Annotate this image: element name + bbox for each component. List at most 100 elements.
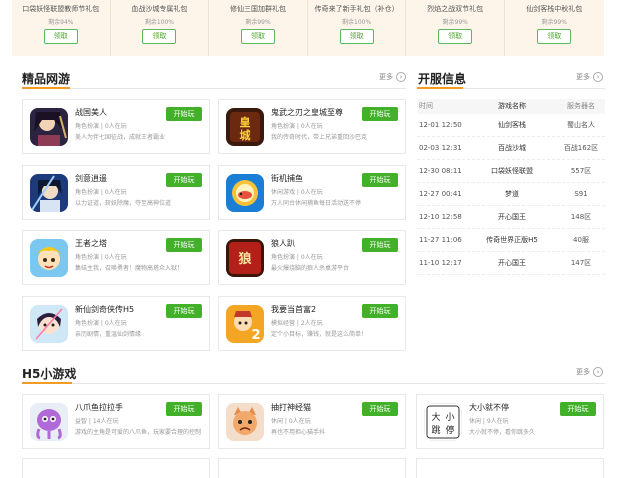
play-button[interactable]: 开始玩 xyxy=(362,402,398,416)
server-game[interactable]: 梦道 xyxy=(467,183,557,205)
gift-strip: 口袋妖怪联盟教师节礼包 剩余94% 领取 血战沙城专属礼包 剩余100% 领取 … xyxy=(12,0,604,56)
table-row[interactable]: 11-27 11:06 传奇世界正版H5 40服 xyxy=(417,229,605,252)
section-divider xyxy=(22,88,406,89)
server-time: 12-10 12:58 xyxy=(419,213,462,221)
server-name: S91 xyxy=(574,190,588,198)
chevron-right-icon: › xyxy=(593,72,603,82)
claim-button[interactable]: 领取 xyxy=(438,29,473,44)
more-link-server[interactable]: 更多 › xyxy=(576,72,603,82)
claim-button[interactable]: 领取 xyxy=(339,29,374,44)
game-icon-cat xyxy=(226,403,264,441)
game-card[interactable]: 2 我要当首富2 模拟经营 | 2人在玩 定个小目标，赚钱，就是这么简单！ 开始… xyxy=(218,296,406,351)
game-desc: 定个小目标，赚钱，就是这么简单！ xyxy=(271,331,368,338)
server-time: 11-27 11:06 xyxy=(419,236,462,244)
more-label: 更多 xyxy=(576,368,590,376)
game-card[interactable]: 战国美人 角色扮演 | 0人在玩 美人为伴七国征战，成就王者霸业 开始玩 xyxy=(22,99,210,154)
game-card-partial[interactable] xyxy=(218,458,406,478)
play-button[interactable]: 开始玩 xyxy=(166,304,202,318)
play-button[interactable]: 开始玩 xyxy=(166,238,202,252)
game-desc: 集结主我，召唤勇者！魔物高塔众入狱！ xyxy=(75,265,184,272)
game-meta: 休闲 | 9人在玩 xyxy=(469,418,509,425)
more-link-h5[interactable]: 更多 › xyxy=(576,367,603,377)
claim-button[interactable]: 领取 xyxy=(142,29,177,44)
gift-remaining: 剩余99% xyxy=(442,19,468,26)
game-card[interactable]: 皇城 鬼武之刃之皇城至尊 角色扮演 | 0人在玩 我的传奇时代，带上兄弟重回沙巴… xyxy=(218,99,406,154)
game-name: 我要当首富2 xyxy=(271,305,317,314)
game-name: 街机捕鱼 xyxy=(271,174,303,183)
gift-name: 口袋妖怪联盟教师节礼包 xyxy=(22,5,100,13)
gift-name: 修仙三国加群礼包 xyxy=(229,5,286,13)
game-card-partial[interactable] xyxy=(22,458,210,478)
game-name: 王者之塔 xyxy=(75,239,107,248)
game-icon-guiwu: 皇城 xyxy=(226,108,264,146)
game-name: 八爪鱼拉拉手 xyxy=(75,403,123,412)
game-name: 剑意逍遥 xyxy=(75,174,107,183)
section-title-h5-games: H5小游戏 xyxy=(22,367,77,381)
game-card[interactable]: 剑意逍遥 角色扮演 | 0人在玩 以力证道，斩妖除魔，夺至高神位道 开始玩 xyxy=(22,165,210,220)
game-name: 狼人趴 xyxy=(271,239,295,248)
table-row[interactable]: 11-10 12:17 开心国王 147区 xyxy=(417,252,605,275)
game-icon-zhanguo xyxy=(30,108,68,146)
more-label: 更多 xyxy=(576,73,590,81)
svg-text:2: 2 xyxy=(251,328,260,343)
server-name: 148区 xyxy=(570,213,592,221)
game-meta: 益智 | 14人在玩 xyxy=(75,418,119,425)
game-card[interactable]: 八爪鱼拉拉手 益智 | 14人在玩 游戏的主角是可爱的八爪鱼，玩家要合理的控制 … xyxy=(22,394,210,449)
game-card[interactable]: 狼 狼人趴 角色扮演 | 0人在玩 最火爆烧脑的狼人杀桌游平台 开始玩 xyxy=(218,230,406,285)
game-card[interactable]: 新仙剑奇侠传H5 角色扮演 | 0人在玩 亲历剧情，重温仙剑情缘 开始玩 xyxy=(22,296,210,351)
gift-remaining: 剩余100% xyxy=(342,19,372,26)
claim-button[interactable]: 领取 xyxy=(43,29,78,44)
game-icon-fishing xyxy=(226,174,264,212)
section-title-server-info: 开服信息 xyxy=(418,72,467,86)
play-button[interactable]: 开始玩 xyxy=(362,173,398,187)
game-card[interactable]: 抽打神经猫 休闲 | 0人在玩 再也不用担心猫手抖 开始玩 xyxy=(218,394,406,449)
server-game[interactable]: 口袋妖怪联盟 xyxy=(467,160,557,182)
claim-button[interactable]: 领取 xyxy=(240,29,275,44)
server-game[interactable]: 开心国王 xyxy=(467,206,557,228)
table-row[interactable]: 12-27 00:41 梦道 S91 xyxy=(417,183,605,206)
game-card[interactable]: 街机捕鱼 休闲游戏 | 0人在玩 万人同台休闲捕鱼每日活动送不停 开始玩 xyxy=(218,165,406,220)
gift-item: 修仙三国加群礼包 剩余99% 领取 xyxy=(209,0,308,56)
gift-item: 传奇来了新手礼包（补仓） 剩余100% 领取 xyxy=(308,0,407,56)
svg-text:大: 大 xyxy=(431,411,440,423)
claim-button[interactable]: 领取 xyxy=(537,29,572,44)
game-icon-wangzhe xyxy=(30,239,68,277)
play-button[interactable]: 开始玩 xyxy=(362,107,398,121)
server-game[interactable]: 传奇世界正版H5 xyxy=(467,229,557,251)
section-accent xyxy=(417,87,463,89)
table-row[interactable]: 12-30 08:11 口袋妖怪联盟 557区 xyxy=(417,160,605,183)
play-button[interactable]: 开始玩 xyxy=(166,402,202,416)
game-card[interactable]: 王者之塔 角色扮演 | 0人在玩 集结主我，召唤勇者！魔物高塔众入狱！ 开始玩 xyxy=(22,230,210,285)
play-button[interactable]: 开始玩 xyxy=(166,173,202,187)
table-row[interactable]: 02-03 12:31 百战沙城 百战162区 xyxy=(417,137,605,160)
game-name: 新仙剑奇侠传H5 xyxy=(75,305,135,314)
gift-remaining: 剩余100% xyxy=(144,19,174,26)
game-meta: 休闲游戏 | 0人在玩 xyxy=(271,189,323,196)
server-game[interactable]: 开心国王 xyxy=(467,252,557,274)
more-link-online[interactable]: 更多 › xyxy=(379,72,406,82)
game-meta: 角色扮演 | 0人在玩 xyxy=(271,254,323,261)
gift-remaining: 剩余99% xyxy=(541,19,567,26)
game-desc: 以力证道，斩妖除魔，夺至高神位道 xyxy=(75,200,172,207)
game-icon-jianyi xyxy=(30,174,68,212)
game-icon-daxiao: 大小跳停 xyxy=(424,403,462,441)
server-game[interactable]: 百战沙城 xyxy=(467,137,557,159)
server-game[interactable]: 仙剑客栈 xyxy=(467,114,557,136)
server-time: 12-30 08:11 xyxy=(419,167,462,175)
gift-item: 仙剑客栈中秋礼包 剩余99% 领取 xyxy=(505,0,604,56)
game-icon-shoufu: 2 xyxy=(226,305,264,343)
table-row[interactable]: 12-01 12:50 仙剑客栈 蜀山名人 xyxy=(417,114,605,137)
play-button[interactable]: 开始玩 xyxy=(166,107,202,121)
play-button[interactable]: 开始玩 xyxy=(362,304,398,318)
play-button[interactable]: 开始玩 xyxy=(560,402,596,416)
svg-text:小: 小 xyxy=(445,412,454,423)
game-icon-octopus xyxy=(30,403,68,441)
game-card[interactable]: 大小跳停 大小就不停 休闲 | 9人在玩 大小就不停，看你跳多久 开始玩 xyxy=(416,394,604,449)
table-row[interactable]: 12-10 12:58 开心国王 148区 xyxy=(417,206,605,229)
more-label: 更多 xyxy=(379,73,393,81)
svg-text:城: 城 xyxy=(240,128,251,142)
game-card-partial[interactable] xyxy=(416,458,604,478)
svg-text:狼: 狼 xyxy=(237,251,252,267)
game-desc: 美人为伴七国征战，成就王者霸业 xyxy=(75,134,166,141)
play-button[interactable]: 开始玩 xyxy=(362,238,398,252)
